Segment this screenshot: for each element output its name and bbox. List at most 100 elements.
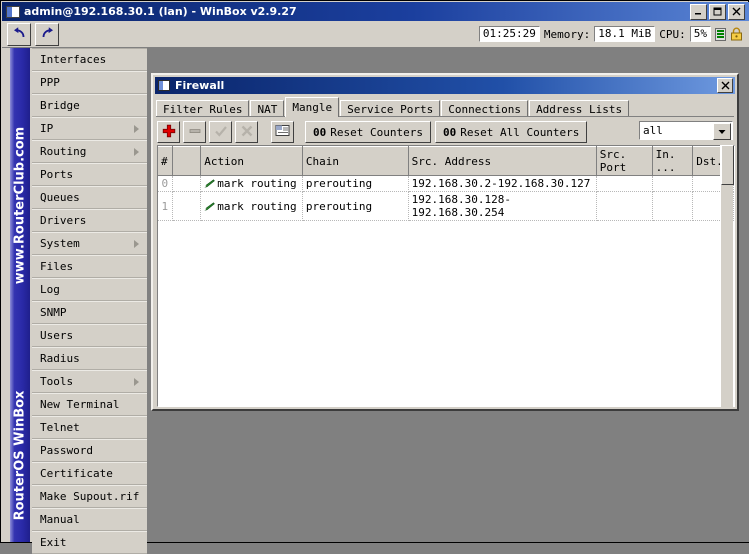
row-number: 0 xyxy=(158,175,173,192)
reset-counters-button[interactable]: 00 Reset Counters xyxy=(305,121,431,143)
sidebar-item-label: Log xyxy=(40,283,60,296)
sidebar-item-password[interactable]: Password xyxy=(32,439,147,462)
submenu-arrow-icon xyxy=(134,124,139,133)
tab-label: Connections xyxy=(448,102,522,116)
reset-all-counters-button[interactable]: 00 Reset All Counters xyxy=(434,121,588,143)
firewall-close-button[interactable] xyxy=(717,78,733,93)
column-header[interactable]: Src. Address xyxy=(408,146,597,176)
sidebar-item-tools[interactable]: Tools xyxy=(32,370,147,393)
sidebar-item-label: Radius xyxy=(40,352,80,365)
window-controls xyxy=(690,3,747,20)
mangle-rules-table[interactable]: # Action Chain Src. Address Src. Port In. ...… xyxy=(157,145,735,407)
sidebar-item-interfaces[interactable]: Interfaces xyxy=(32,48,147,71)
window-titlebar: admin@192.168.30.1 (lan) - WinBox v2.9.2… xyxy=(2,2,749,21)
sidebar-item-label: Ports xyxy=(40,168,74,181)
cell-chain: prerouting xyxy=(302,175,409,192)
winbox-window: admin@192.168.30.1 (lan) - WinBox v2.9.2… xyxy=(0,0,749,554)
sidebar-item-label: PPP xyxy=(40,76,60,89)
cell-in-interface xyxy=(652,191,694,221)
sidebar-item-ip[interactable]: IP xyxy=(32,117,147,140)
sidebar-item-system[interactable]: System xyxy=(32,232,147,255)
firewall-title: Firewall xyxy=(175,79,225,92)
cross-icon xyxy=(240,124,254,141)
row-flags xyxy=(172,175,202,192)
tab-label: Address Lists xyxy=(536,102,623,116)
column-header[interactable]: Chain xyxy=(302,146,409,176)
sidebar-item-label: Telnet xyxy=(40,421,80,434)
sidebar-item-telnet[interactable]: Telnet xyxy=(32,416,147,439)
sidebar-item-label: System xyxy=(40,237,80,250)
rule-filter-value: all xyxy=(643,124,663,137)
firewall-tabs: Filter Rules NAT Mangle Service Ports Connec… xyxy=(156,97,734,117)
undo-button[interactable] xyxy=(7,22,31,46)
sidebar-item-new-terminal[interactable]: New Terminal xyxy=(32,393,147,416)
tab-service-ports[interactable]: Service Ports xyxy=(340,100,441,117)
sidebar-item-drivers[interactable]: Drivers xyxy=(32,209,147,232)
sidebar-item-label: Files xyxy=(40,260,74,273)
tab-nat[interactable]: NAT xyxy=(250,100,285,117)
sidebar: www.RouterClub.com RouterOS WinBox Inter… xyxy=(2,48,150,554)
sidebar-item-radius[interactable]: Radius xyxy=(32,347,147,370)
column-header[interactable]: In. ... xyxy=(652,146,694,176)
sidebar-item-queues[interactable]: Queues xyxy=(32,186,147,209)
uptime-value: 01:25:29 xyxy=(478,26,540,42)
tab-label: NAT xyxy=(257,102,278,116)
minimize-button[interactable] xyxy=(690,3,707,20)
scrollbar-thumb[interactable] xyxy=(721,145,734,185)
chevron-down-icon[interactable] xyxy=(713,123,731,140)
add-rule-button[interactable] xyxy=(157,121,180,143)
sidebar-item-users[interactable]: Users xyxy=(32,324,147,347)
row-flags xyxy=(172,191,202,221)
sidebar-item-ports[interactable]: Ports xyxy=(32,163,147,186)
sidebar-item-label: Drivers xyxy=(40,214,87,227)
tab-connections[interactable]: Connections xyxy=(441,100,529,117)
table-row[interactable]: 0 mark routing prerouting 192.168.30.2-192.… xyxy=(158,175,734,192)
sidebar-item-label: IP xyxy=(40,122,54,135)
maximize-button[interactable] xyxy=(709,3,726,20)
sidebar-item-manual[interactable]: Manual xyxy=(32,508,147,531)
cell-action: mark routing xyxy=(200,175,303,192)
rule-filter-select[interactable]: all xyxy=(639,121,733,140)
sidebar-item-snmp[interactable]: SNMP xyxy=(32,301,147,324)
reset-counters-count: 00 xyxy=(313,125,327,139)
column-header[interactable]: Action xyxy=(200,146,303,176)
firewall-window-icon xyxy=(158,80,170,91)
column-header[interactable]: # xyxy=(158,146,173,176)
redo-button[interactable] xyxy=(35,22,59,46)
tab-filter-rules[interactable]: Filter Rules xyxy=(156,100,250,117)
tab-address-lists[interactable]: Address Lists xyxy=(529,100,630,117)
disable-rule-button[interactable] xyxy=(235,121,258,143)
table-vertical-scrollbar[interactable] xyxy=(720,145,734,407)
enable-rule-button[interactable] xyxy=(209,121,232,143)
watermark-routeros: RouterOS WinBox xyxy=(12,390,28,521)
sidebar-item-routing[interactable]: Routing xyxy=(32,140,147,163)
table-body: 0 mark routing prerouting 192.168.30.2-192.… xyxy=(158,175,734,221)
signal-bars-icon xyxy=(715,27,726,41)
remove-rule-button[interactable] xyxy=(183,121,206,143)
comment-rule-button[interactable] xyxy=(271,121,294,143)
status-bar: 01:25:29 Memory: 18.1 MiB CPU: 5% xyxy=(478,26,749,42)
sidebar-item-label: Bridge xyxy=(40,99,80,112)
column-header[interactable]: Src. Port xyxy=(596,146,653,176)
sidebar-item-make-supout-rif[interactable]: Make Supout.rif xyxy=(32,485,147,508)
close-button[interactable] xyxy=(728,3,745,20)
column-header[interactable] xyxy=(172,146,202,176)
sidebar-item-ppp[interactable]: PPP xyxy=(32,71,147,94)
sidebar-item-label: Password xyxy=(40,444,93,457)
sidebar-item-label: Routing xyxy=(40,145,87,158)
tabs-underline xyxy=(156,116,734,117)
reset-all-counters-label: Reset All Counters xyxy=(460,125,580,139)
sidebar-item-files[interactable]: Files xyxy=(32,255,147,278)
sidebar-item-bridge[interactable]: Bridge xyxy=(32,94,147,117)
tab-mangle[interactable]: Mangle xyxy=(285,97,340,117)
firewall-titlebar: Firewall xyxy=(155,77,735,94)
table-row[interactable]: 1 mark routing prerouting 192.168.30.128-19… xyxy=(158,191,734,221)
sidebar-menu: Interfaces PPP Bridge IP Routing Ports Queues D… xyxy=(32,48,147,554)
cell-src-address: 192.168.30.128-192.168.30.254 xyxy=(408,191,597,221)
cell-chain: prerouting xyxy=(302,191,409,221)
sidebar-item-log[interactable]: Log xyxy=(32,278,147,301)
memory-label: Memory: xyxy=(543,27,591,41)
sidebar-item-label: Tools xyxy=(40,375,74,388)
sidebar-brand-strip: www.RouterClub.com RouterOS WinBox xyxy=(10,48,30,542)
sidebar-item-certificate[interactable]: Certificate xyxy=(32,462,147,485)
